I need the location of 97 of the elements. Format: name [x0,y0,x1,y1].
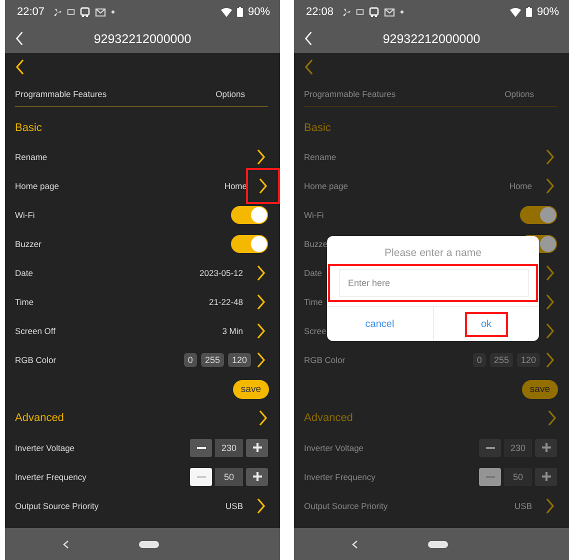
plus-button[interactable] [246,468,268,486]
setting-value: 2023-05-12 [200,268,243,278]
battery-icon [236,7,243,17]
wifi-icon [220,8,232,16]
back-icon[interactable] [352,540,358,548]
setting-value: USB [514,500,532,511]
home-pill-icon[interactable] [428,540,448,548]
section-heading: Basic [15,122,42,134]
battery-percent: 90% [536,6,559,18]
home-pill-icon[interactable] [139,540,159,548]
toggle-switch[interactable] [520,206,557,224]
setting-label: Date [15,268,33,278]
bus-icon [368,7,379,17]
stepper-value: 50 [215,468,243,486]
plus-button[interactable] [246,438,268,457]
chevron-icon[interactable] [256,148,266,165]
battery-icon [526,7,532,17]
chevron-icon[interactable] [256,352,266,368]
name-input-field[interactable]: Enter here [339,269,529,297]
color-value-field[interactable]: 255 [200,353,224,368]
setting-label: RGB Color [15,355,56,366]
dot-icon [110,10,115,14]
dot-icon [400,10,404,14]
chevron-icon[interactable] [258,178,268,194]
setting-label: RGB Color [304,355,346,366]
stepper-value: 50 [504,468,532,486]
plus-icon [252,443,262,452]
setting-value: Home [509,180,532,191]
setting-value: USB [226,500,243,511]
setting-label: Inverter Voltage [304,442,364,453]
toggle-switch[interactable] [231,234,268,253]
plus-icon [542,443,550,452]
status-time: 22:08 [306,6,334,18]
screen-title: 92932212000000 [92,32,192,46]
chevron-icon[interactable] [256,265,266,282]
setting-label: Time [15,297,34,308]
stepper-value: 230 [504,438,532,457]
toggle-switch[interactable] [231,206,268,224]
setting-label: Inverter Voltage [15,442,75,453]
section-heading: Advanced [15,412,64,424]
column-heading: Options [504,88,534,98]
setting-label: Home page [304,180,348,191]
minus-button[interactable] [190,468,212,486]
setting-value: 3 Min [222,326,243,336]
chevron-icon[interactable] [256,294,266,310]
dialog-title: Please enter a name [384,246,482,261]
dialog-button[interactable]: ok [466,314,506,334]
setting-label: Time [304,297,323,308]
back-icon[interactable] [63,540,69,548]
setting-label: Buzze [304,238,328,249]
color-value-field[interactable]: 255 [490,353,513,368]
battery-percent: 90% [248,6,270,18]
column-heading: Options [216,88,245,98]
setting-label: Output Source Priority [15,500,99,511]
chevron-icon[interactable] [256,323,266,340]
setting-label: Home page [15,180,59,191]
plus-icon [252,472,262,482]
column-heading: Programmable Features [15,88,107,98]
minus-button[interactable] [190,438,212,457]
setting-label: Inverter Frequency [304,472,376,482]
chevron-icon[interactable] [258,410,268,426]
setting-label: Buzzer [15,238,42,249]
fan-icon [342,8,351,16]
mail-icon [94,8,106,16]
minus-icon [196,446,206,449]
setting-label: Output Source Priority [304,500,388,511]
save-button[interactable]: save [522,380,558,399]
mail-icon [384,8,395,16]
status-time: 22:07 [17,6,45,18]
color-value-field[interactable]: 120 [516,353,540,368]
stepper-value: 230 [215,438,243,457]
section-heading: Advanced [304,412,353,424]
color-value-field[interactable]: 0 [184,353,197,368]
fan-icon [52,8,62,16]
screen-title: 92932212000000 [382,32,482,46]
plus-icon [542,472,550,482]
bus-icon [80,7,90,17]
setting-label: Inverter Frequency [15,472,86,482]
chevron-icon[interactable] [256,498,266,514]
minus-icon [486,446,494,449]
setting-label: Rename [15,152,48,162]
color-value-field[interactable]: 0 [472,353,486,368]
wifi-icon [510,8,521,16]
color-value-field[interactable]: 120 [228,353,251,368]
setting-label: Date [304,268,322,278]
section-heading: Basic [304,122,331,134]
column-heading: Programmable Features [304,88,396,98]
setting-label: Screen Off [15,326,56,336]
setting-label: Scree [304,326,326,336]
minus-icon [196,476,206,478]
setting-label: Wi-Fi [15,210,35,220]
setting-label: Rename [304,152,336,162]
save-button[interactable]: save [232,380,269,399]
setting-value: Home [224,180,247,191]
setting-value: 21-22-48 [208,297,243,308]
setting-label: Wi-Fi [304,210,324,220]
back-icon[interactable] [15,59,25,75]
